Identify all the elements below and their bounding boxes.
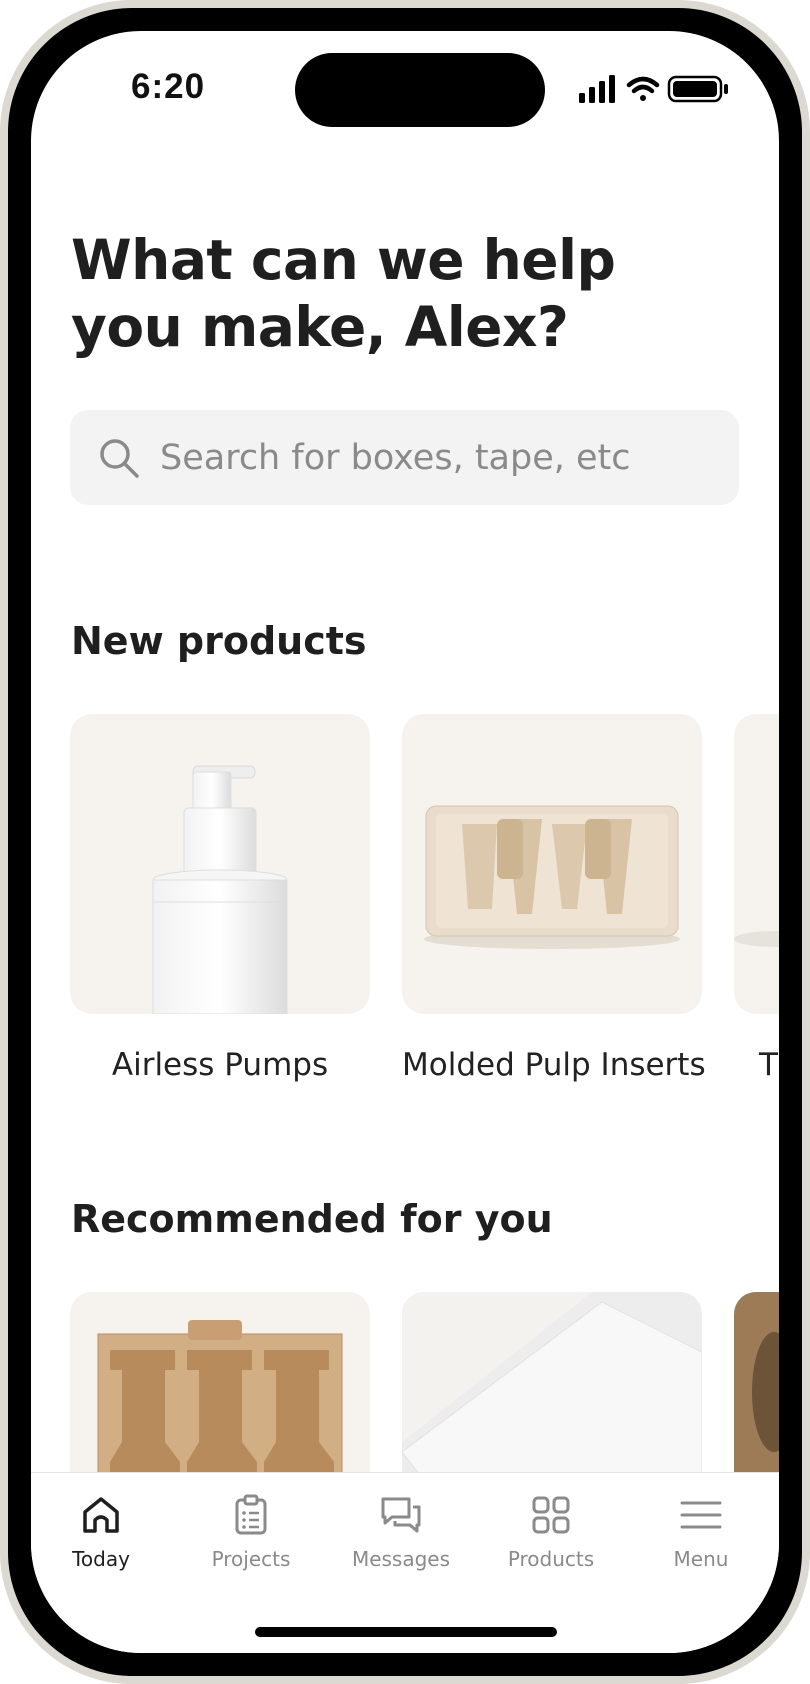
product-label: T <box>759 1047 778 1083</box>
app-screen: 6:20 What can we help you make, Alex? Se… <box>31 31 779 1653</box>
search-bar[interactable] <box>70 410 739 505</box>
product-card-airless-pumps[interactable] <box>70 714 370 1014</box>
chat-icon <box>381 1497 421 1533</box>
product-label: Molded Pulp Inserts <box>402 1047 706 1083</box>
tab-menu[interactable]: Menu <box>631 1493 771 1593</box>
hamburger-icon <box>680 1501 722 1529</box>
tab-products[interactable]: Products <box>481 1493 621 1593</box>
dynamic-island <box>295 53 545 127</box>
tab-projects[interactable]: Projects <box>181 1493 321 1593</box>
tab-messages[interactable]: Messages <box>331 1493 471 1593</box>
search-input[interactable] <box>158 436 722 479</box>
status-icons <box>579 73 739 105</box>
home-icon <box>83 1497 119 1533</box>
airless-pump-image <box>152 765 288 1014</box>
signal-icon <box>579 75 615 103</box>
clipboard-icon <box>235 1494 267 1535</box>
page-title: What can we help you make, Alex? <box>71 228 616 359</box>
recommended-heading: Recommended for you <box>71 1197 553 1241</box>
product-card-molded-pulp-inserts[interactable] <box>402 714 702 1014</box>
product-card-partial[interactable] <box>734 714 779 1014</box>
product-label: Airless Pumps <box>111 1047 329 1083</box>
new-products-heading: New products <box>71 619 367 663</box>
status-time: 6:20 <box>131 67 206 106</box>
battery-icon <box>667 75 728 103</box>
home-indicator[interactable] <box>255 1627 557 1637</box>
grid-icon <box>532 1496 570 1534</box>
molded-pulp-image <box>424 805 680 949</box>
wifi-icon <box>626 76 660 101</box>
search-icon <box>100 438 139 478</box>
bottom-tab-bar: Today Projects Messages Products Menu <box>31 1472 779 1653</box>
tab-today[interactable]: Today <box>31 1493 171 1593</box>
